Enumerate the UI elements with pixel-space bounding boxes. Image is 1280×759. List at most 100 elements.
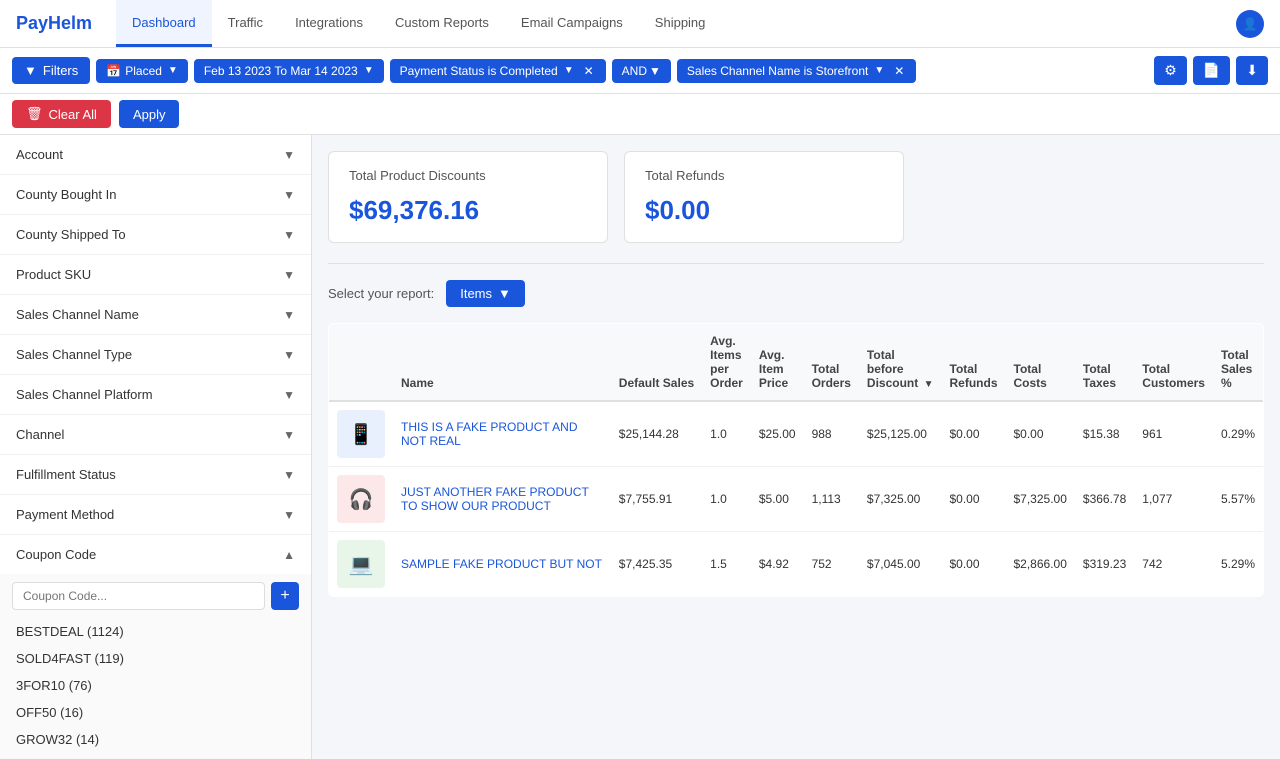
filter-icon: ▼ [24,63,37,78]
table-header-row: Name Default Sales Avg.ItemsperOrder Avg… [329,324,1264,402]
row3-total-sales-pct: 5.29% [1213,532,1264,597]
col-default-sales[interactable]: Default Sales [611,324,702,402]
row2-total-sales-pct: 5.57% [1213,467,1264,532]
report-select-label: Select your report: [328,286,434,301]
payment-chevron: ▼ [564,65,574,76]
row3-thumb: 💻 [329,532,394,597]
sidebar-county-bought-header[interactable]: County Bought In ▼ [0,175,311,214]
row3-default-sales: $7,425.35 [611,532,702,597]
refunds-label: Total Refunds [645,168,883,183]
col-total-orders[interactable]: TotalOrders [804,324,859,402]
apply-button[interactable]: Apply [119,100,180,128]
county-shipped-chevron: ▼ [283,228,295,242]
row1-total-orders: 988 [804,401,859,467]
sales-channel-chevron: ▼ [874,65,884,76]
and-operator[interactable]: AND ▼ [612,59,671,83]
col-total-refunds[interactable]: TotalRefunds [942,324,1006,402]
main-content: Total Product Discounts $69,376.16 Total… [312,135,1280,759]
col-total-before-discount[interactable]: TotalbeforeDiscount ▼ [859,324,942,402]
sidebar-item-product-sku: Product SKU ▼ [0,255,311,295]
sidebar-coupon-code-header[interactable]: Coupon Code ▲ [0,535,311,574]
channel-chevron: ▼ [283,428,295,442]
filters-button[interactable]: ▼ Filters [12,57,90,84]
col-avg-price[interactable]: Avg.ItemPrice [751,324,804,402]
row2-total-orders: 1,113 [804,467,859,532]
payment-filter-delete[interactable]: ✕ [582,64,596,78]
settings-icon-btn[interactable]: ⚙ [1154,56,1187,85]
coupon-list-item-bestdeal[interactable]: BESTDEAL (1124) [12,618,299,645]
nav-tab-traffic[interactable]: Traffic [212,0,279,47]
sales-channel-pill[interactable]: Sales Channel Name is Storefront ▼ ✕ [677,59,916,83]
data-table: Name Default Sales Avg.ItemsperOrder Avg… [328,323,1264,597]
nav-tab-email-campaigns[interactable]: Email Campaigns [505,0,639,47]
table-row: 💻 SAMPLE FAKE PRODUCT BUT NOT $7,425.35 … [329,532,1264,597]
and-chevron: ▼ [649,64,661,78]
col-total-taxes[interactable]: TotalTaxes [1075,324,1134,402]
sidebar-fulfillment-status-header[interactable]: Fulfillment Status ▼ [0,455,311,494]
county-bought-chevron: ▼ [283,188,295,202]
row3-total-taxes: $319.23 [1075,532,1134,597]
col-total-costs[interactable]: TotalCosts [1006,324,1075,402]
sidebar: Account ▼ County Bought In ▼ County Ship… [0,135,312,759]
row3-total-orders: 752 [804,532,859,597]
row1-thumb-img: 📱 [337,410,385,458]
row3-avg-price: $4.92 [751,532,804,597]
col-total-sales-pct[interactable]: TotalSales% [1213,324,1264,402]
row1-thumb: 📱 [329,401,394,467]
download-icon-btn[interactable]: ⬇ [1236,56,1268,85]
clear-all-button[interactable]: 🗑 Clear All [12,100,111,128]
toolbar-right: ⚙ 📄 ⬇ [1154,56,1268,85]
sidebar-item-sales-channel-type: Sales Channel Type ▼ [0,335,311,375]
sidebar-county-shipped-header[interactable]: County Shipped To ▼ [0,215,311,254]
col-name[interactable]: Name [393,324,611,402]
sidebar-sales-channel-name-header[interactable]: Sales Channel Name ▼ [0,295,311,334]
navbar: PayHelm Dashboard Traffic Integrations C… [0,0,1280,48]
sidebar-item-fulfillment-status: Fulfillment Status ▼ [0,455,311,495]
sidebar-channel-header[interactable]: Channel ▼ [0,415,311,454]
placed-chevron: ▼ [168,65,178,76]
coupon-list-item-grow32[interactable]: GROW32 (14) [12,726,299,753]
row3-name-link[interactable]: SAMPLE FAKE PRODUCT BUT NOT [401,557,602,571]
row1-avg-price: $25.00 [751,401,804,467]
sidebar-item-account: Account ▼ [0,135,311,175]
sidebar-item-coupon-code: Coupon Code ▲ + BESTDEAL (1124) SOLD4FAS… [0,535,311,759]
trash-icon: 🗑 [26,106,43,122]
sidebar-account-header[interactable]: Account ▼ [0,135,311,174]
user-avatar[interactable]: 👤 [1236,10,1264,38]
date-chevron: ▼ [364,65,374,76]
payment-status-pill[interactable]: Payment Status is Completed ▼ ✕ [390,59,606,83]
sales-channel-filter-delete[interactable]: ✕ [892,64,906,78]
nav-tab-custom-reports[interactable]: Custom Reports [379,0,505,47]
coupon-list-item-3for10[interactable]: 3FOR10 (76) [12,672,299,699]
export-icon-btn[interactable]: 📄 [1193,56,1230,85]
row2-total-refunds: $0.00 [942,467,1006,532]
coupon-add-button[interactable]: + [271,582,299,610]
coupon-list-item-sold4fast[interactable]: SOLD4FAST (119) [12,645,299,672]
stat-card-refunds: Total Refunds $0.00 [624,151,904,243]
row2-name: JUST ANOTHER FAKE PRODUCT TO SHOW OUR PR… [393,467,611,532]
sales-channel-name-chevron: ▼ [283,308,295,322]
sidebar-sales-channel-type-header[interactable]: Sales Channel Type ▼ [0,335,311,374]
row1-name-link[interactable]: THIS IS A FAKE PRODUCT AND NOT REAL [401,420,578,448]
table-row: 📱 THIS IS A FAKE PRODUCT AND NOT REAL $2… [329,401,1264,467]
sidebar-item-county-bought: County Bought In ▼ [0,175,311,215]
sidebar-product-sku-header[interactable]: Product SKU ▼ [0,255,311,294]
stat-card-discounts: Total Product Discounts $69,376.16 [328,151,608,243]
nav-tab-shipping[interactable]: Shipping [639,0,722,47]
col-avg-items[interactable]: Avg.ItemsperOrder [702,324,751,402]
sidebar-sales-channel-platform-header[interactable]: Sales Channel Platform ▼ [0,375,311,414]
coupon-code-input[interactable] [12,582,265,610]
divider [328,263,1264,264]
report-items-button[interactable]: Items ▼ [446,280,525,307]
row1-total-before-discount: $25,125.00 [859,401,942,467]
coupon-list-item-off50[interactable]: OFF50 (16) [12,699,299,726]
sales-channel-type-chevron: ▼ [283,348,295,362]
date-range-pill[interactable]: Feb 13 2023 To Mar 14 2023 ▼ [194,59,384,83]
col-total-customers[interactable]: TotalCustomers [1134,324,1213,402]
report-select-row: Select your report: Items ▼ [328,280,1264,307]
sidebar-payment-method-header[interactable]: Payment Method ▼ [0,495,311,534]
row2-name-link[interactable]: JUST ANOTHER FAKE PRODUCT TO SHOW OUR PR… [401,485,589,513]
placed-filter-pill[interactable]: 📅 Placed ▼ [96,59,188,83]
nav-tab-dashboard[interactable]: Dashboard [116,0,212,47]
nav-tab-integrations[interactable]: Integrations [279,0,379,47]
